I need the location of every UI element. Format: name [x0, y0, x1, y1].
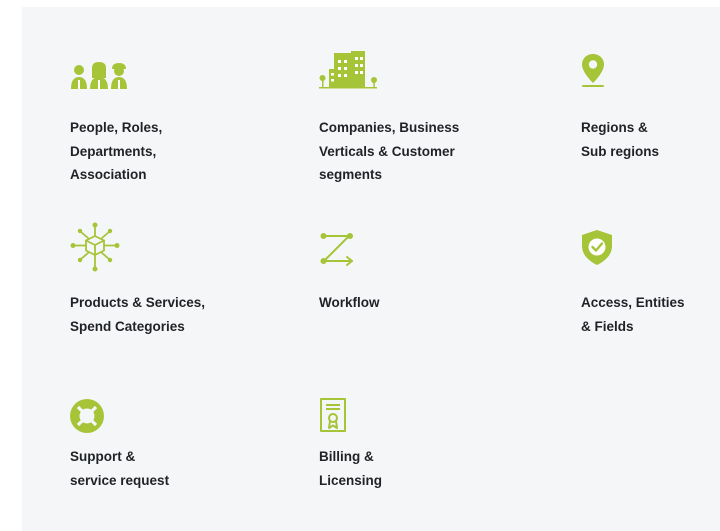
- feature-label: Companies, Business Verticals & Customer…: [319, 120, 460, 182]
- people-group-icon: [70, 62, 130, 104]
- features-panel: People, Roles, Departments, Association: [22, 7, 720, 531]
- workflow-icon: [319, 233, 379, 275]
- buildings-icon: [319, 51, 379, 93]
- feature-label: Billing & Licensing: [319, 449, 383, 488]
- feature-label: Access, Entities & Fields: [581, 295, 685, 334]
- shield-check-icon: [581, 229, 641, 271]
- feature-label: Products & Services, Spend Categories: [70, 295, 206, 334]
- product-network-icon: [70, 222, 130, 272]
- feature-label: Regions & Sub regions: [581, 120, 660, 159]
- lifebuoy-icon: [70, 399, 130, 441]
- certificate-icon: [319, 397, 379, 439]
- feature-label: Support & service request: [70, 449, 170, 488]
- feature-label: People, Roles, Departments, Association: [70, 120, 163, 182]
- feature-label: Workflow: [319, 295, 380, 310]
- location-pin-icon: [581, 53, 641, 95]
